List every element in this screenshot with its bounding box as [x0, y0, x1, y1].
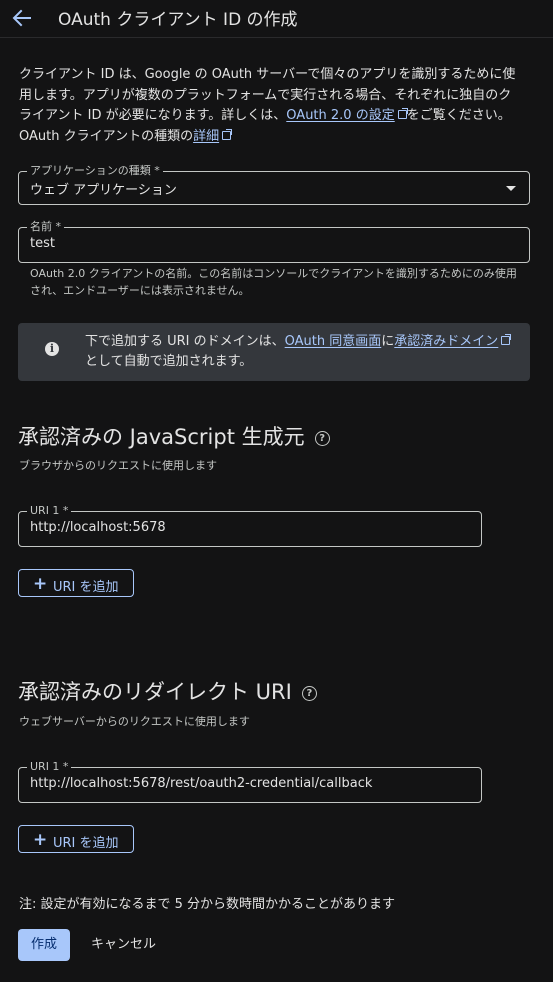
name-label: 名前 * — [27, 220, 64, 234]
dropdown-arrow-icon — [506, 186, 516, 191]
uri-value: http://localhost:5678/rest/oauth2-creden… — [30, 776, 373, 791]
info-text-part: に — [381, 334, 395, 349]
page-title: OAuth クライアント ID の作成 — [58, 10, 298, 30]
uri-label: URI 1 * — [27, 760, 72, 774]
name-field[interactable]: 名前 * test — [18, 220, 530, 263]
info-text-part: として自動で追加されます。 — [85, 354, 253, 369]
external-link-icon — [397, 108, 408, 120]
js-origins-title: 承認済みの JavaScript 生成元 — [18, 425, 305, 449]
name-hint: OAuth 2.0 クライアントの名前。この名前はコンソールでクライアントを識別… — [30, 267, 517, 297]
header-divider — [0, 37, 553, 38]
js-origins-subtitle: ブラウザからのリクエストに使用します — [19, 459, 217, 472]
consent-screen-link[interactable]: OAuth 同意画面 — [285, 334, 382, 349]
application-type-label: アプリケーションの種類 * — [27, 164, 163, 178]
js-origins-heading: 承認済みの JavaScript 生成元? — [18, 421, 330, 451]
info-text-part: 下で追加する URI のドメインは、 — [85, 334, 285, 349]
uri-label: URI 1 * — [27, 504, 72, 518]
plus-icon: + — [33, 574, 48, 594]
add-uri-label: URI を追加 — [53, 580, 119, 595]
redirect-uri-field[interactable]: URI 1 * http://localhost:5678/rest/oauth… — [18, 760, 482, 803]
application-type-select[interactable]: アプリケーションの種類 * ウェブ アプリケーション — [18, 164, 530, 205]
authorized-domains-link[interactable]: 承認済みドメイン — [394, 334, 498, 349]
external-link-icon — [222, 129, 233, 141]
help-icon[interactable]: ? — [314, 431, 330, 446]
details-link[interactable]: 詳細 — [193, 129, 219, 144]
redirect-uris-heading: 承認済みのリダイレクト URI? — [18, 676, 317, 706]
js-origin-uri-field[interactable]: URI 1 * http://localhost:5678 — [18, 504, 482, 547]
description: クライアント ID は、Google の OAuth サーバーで個々のアプリを識… — [19, 65, 524, 148]
plus-icon: + — [33, 830, 48, 850]
add-redirect-uri-button[interactable]: + URI を追加 — [18, 825, 134, 853]
name-value: test — [30, 236, 55, 251]
external-link-icon — [501, 334, 512, 345]
create-button[interactable]: 作成 — [18, 929, 70, 961]
cancel-button[interactable]: キャンセル — [91, 929, 156, 961]
info-icon: i — [45, 342, 59, 356]
add-js-origin-uri-button[interactable]: + URI を追加 — [18, 569, 134, 597]
info-box: i 下で追加する URI のドメインは、OAuth 同意画面に承認済みドメインと… — [18, 323, 530, 381]
oauth-settings-link[interactable]: OAuth 2.0 の設定 — [286, 108, 394, 123]
header-bar: OAuth クライアント ID の作成 — [0, 0, 553, 36]
add-uri-label: URI を追加 — [53, 836, 119, 851]
redirect-uris-title: 承認済みのリダイレクト URI — [18, 680, 292, 704]
help-icon[interactable]: ? — [301, 686, 317, 701]
uri-value: http://localhost:5678 — [30, 520, 166, 535]
propagation-note: 注: 設定が有効になるまで 5 分から数時間かかることがあります — [19, 897, 396, 912]
application-type-value: ウェブ アプリケーション — [30, 183, 177, 198]
arrow-back-icon[interactable] — [10, 7, 34, 29]
info-text: 下で追加する URI のドメインは、OAuth 同意画面に承認済みドメインとして… — [85, 332, 517, 372]
redirect-uris-subtitle: ウェブサーバーからのリクエストに使用します — [19, 715, 250, 728]
